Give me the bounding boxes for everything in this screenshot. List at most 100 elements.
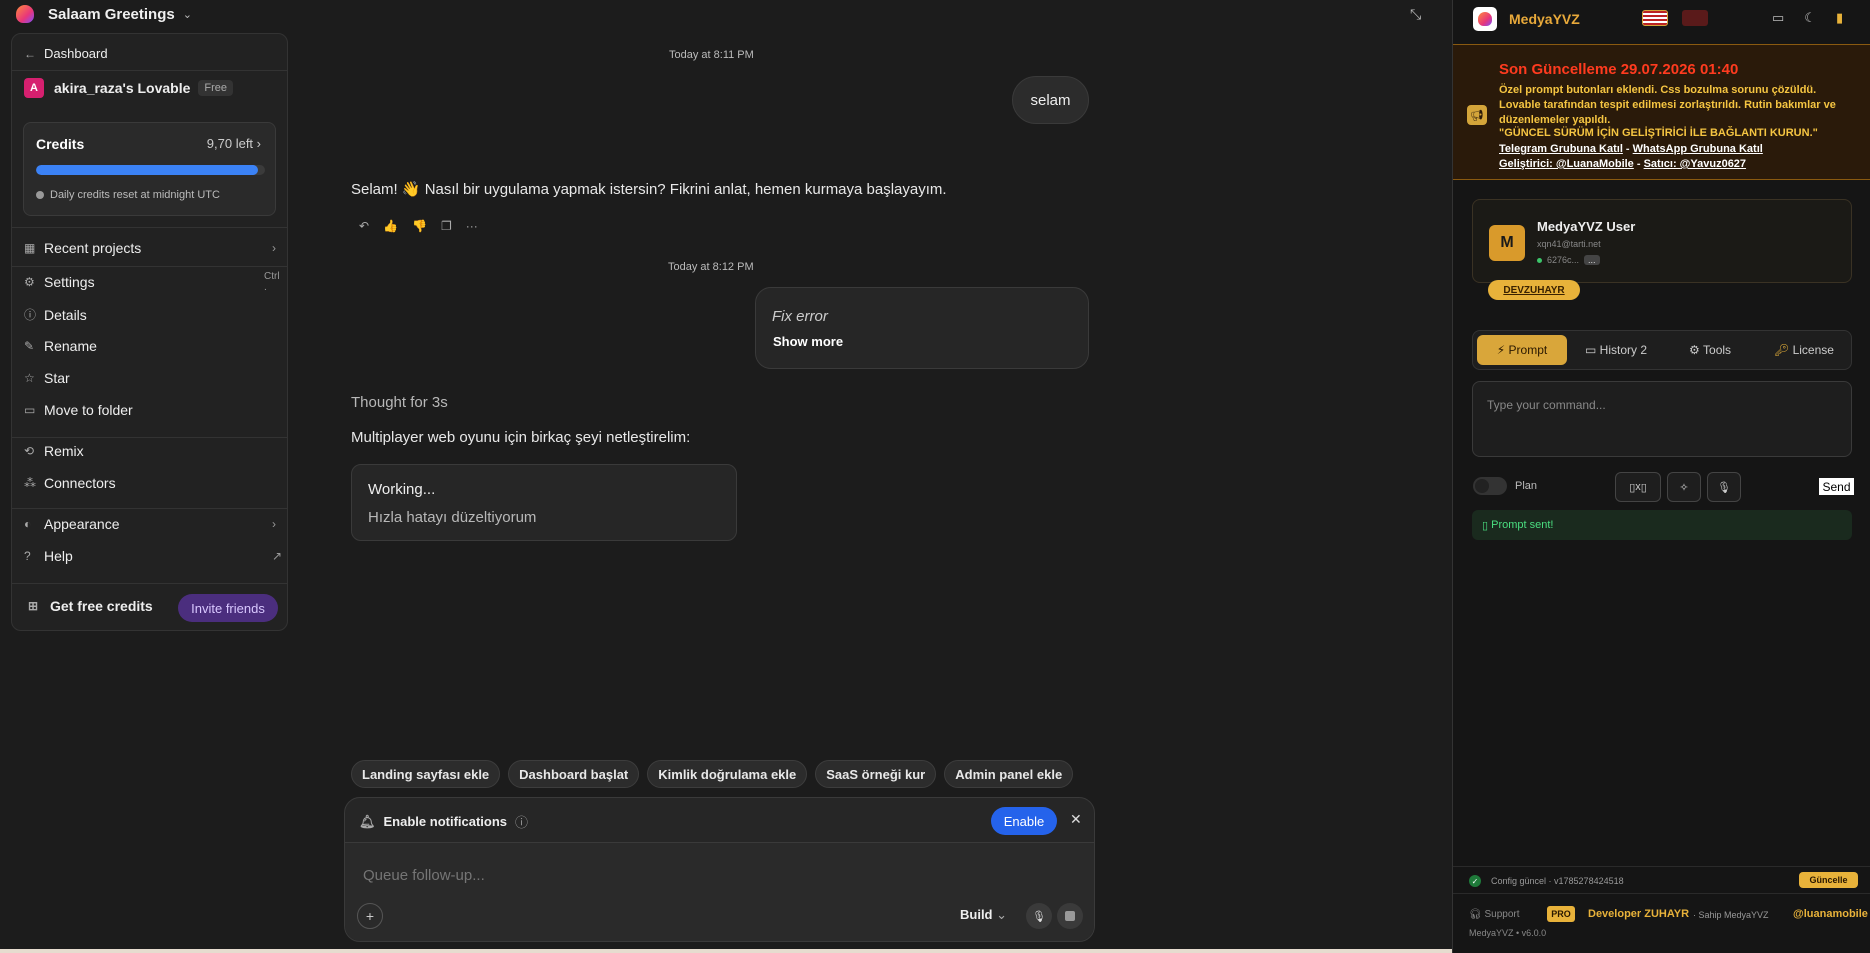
suggestion-chip[interactable]: Admin panel ekle — [944, 760, 1074, 788]
menu-item-connectors[interactable]: ⁂ Connectors — [24, 475, 116, 491]
menu-item-appearance[interactable]: ◐ Appearance › — [24, 516, 276, 532]
working-card: Working... Hızla hatayı düzeltiyorum — [351, 464, 737, 541]
menu-item-dashboard[interactable]: ← Dashboard — [24, 46, 108, 61]
lovable-logo-icon[interactable] — [16, 5, 34, 23]
check-icon: ✓ — [1469, 875, 1481, 887]
credits-left: 9,70 left › — [206, 136, 261, 151]
fix-error-card: Fix error Show more — [755, 287, 1089, 369]
bolt-icon: ⚡︎ — [1496, 343, 1506, 357]
credits-progress-bar — [36, 165, 265, 175]
thumbs-down-icon[interactable]: 👎 — [412, 219, 427, 233]
message-actions: ↶ 👍 👎 ❐ ··· — [359, 219, 478, 233]
close-icon[interactable]: ✕ — [1070, 811, 1082, 828]
voice-button[interactable]: 🎙︎ — [1707, 472, 1741, 502]
send-button[interactable]: Send — [1819, 478, 1854, 495]
show-more-button[interactable]: Show more — [773, 334, 843, 349]
add-attachment-button[interactable]: + — [357, 903, 383, 929]
workspace-row[interactable]: A akira_raza's Lovable Free — [24, 78, 234, 98]
developer-handle[interactable]: @luanamobile — [1793, 908, 1868, 920]
working-subtitle: Hızla hatayı düzeltiyorum — [368, 509, 537, 526]
update-text: Özel prompt butonları eklendi. Css bozul… — [1499, 84, 1836, 126]
update-notice: 📢︎ Son Güncelleme 29.07.2026 01:40 Özel … — [1453, 44, 1870, 180]
menu-item-move-to-folder[interactable]: ▭ Move to folder — [24, 402, 133, 418]
menu-item-help[interactable]: ? Help ↗ — [24, 548, 282, 564]
timestamp: Today at 8:11 PM — [669, 49, 754, 61]
menu-item-remix[interactable]: ⟲ Remix — [24, 443, 84, 459]
working-title: Working... — [368, 481, 436, 498]
telegram-link[interactable]: Telegram Grubuna Katıl — [1499, 143, 1623, 155]
menu-item-star[interactable]: ☆ Star — [24, 370, 70, 386]
check-icon: ▯ — [1482, 519, 1489, 532]
tr-flag-icon[interactable] — [1682, 10, 1708, 26]
gift-icon: ⊞ — [28, 599, 39, 613]
update-button[interactable]: Güncelle — [1799, 872, 1858, 888]
clear-button[interactable]: ▯ x ▯ — [1615, 472, 1661, 502]
microphone-button[interactable]: 🎙︎ — [1026, 903, 1052, 929]
assistant-message: Selam! 👋 Nasıl bir uygulama yapmak ister… — [351, 181, 947, 198]
more-icon[interactable]: ··· — [466, 219, 478, 233]
chat-icon[interactable]: ▭ — [1772, 10, 1784, 26]
star-icon: ☆ — [24, 371, 35, 385]
undo-icon[interactable]: ↶ — [359, 219, 369, 233]
whatsapp-link[interactable]: WhatsApp Grubuna Katıl — [1633, 143, 1763, 155]
developer-name: Developer ZUHAYR — [1588, 908, 1690, 920]
tab-prompt[interactable]: ⚡︎ Prompt — [1477, 335, 1567, 365]
plan-toggle[interactable] — [1473, 477, 1507, 495]
credits-card[interactable]: Credits 9,70 left › Daily credits reset … — [23, 122, 276, 216]
chevron-down-icon: ⌄ — [996, 907, 1008, 922]
more-button[interactable]: ... — [1584, 255, 1600, 265]
build-mode-select[interactable]: Build ⌄ — [960, 907, 1007, 923]
suggestion-chip[interactable]: Landing sayfası ekle — [351, 760, 501, 788]
magic-button[interactable]: ✧ — [1667, 472, 1701, 502]
history-icon: ▭ — [1584, 343, 1597, 357]
workspace-name: akira_raza's Lovable — [54, 80, 191, 96]
info-icon[interactable]: ⓘ — [515, 812, 528, 831]
suggestion-chip[interactable]: Dashboard başlat — [508, 760, 640, 788]
workspace-avatar: A — [24, 78, 44, 98]
moon-icon[interactable]: ☾ — [1804, 10, 1816, 26]
tab-tools[interactable]: ⚙ Tools — [1665, 335, 1755, 365]
thought-label[interactable]: Thought for 3s — [351, 394, 448, 411]
stop-button[interactable] — [1057, 903, 1083, 929]
project-name[interactable]: Salaam Greetings — [48, 6, 175, 23]
thumbs-up-icon[interactable]: 👍 — [383, 219, 398, 233]
chevron-right-icon: › — [272, 517, 276, 531]
credits-title: Credits — [36, 136, 85, 152]
collapse-icon[interactable]: ⤡ — [1410, 6, 1421, 23]
menu-item-recent-projects[interactable]: ▦ Recent projects › — [24, 240, 276, 256]
assistant-message: Multiplayer web oyunu için birkaç şeyi n… — [351, 429, 691, 446]
developer-link[interactable]: Geliştirici: @LuanaMobile — [1499, 158, 1634, 170]
seller-link[interactable]: Satıcı: @Yavuz0627 — [1644, 158, 1746, 170]
app-root: Salaam Greetings ⌄ ⤡ ← Dashboard A akira… — [0, 0, 1870, 953]
menu-item-settings[interactable]: ⚙ Settings Ctrl . — [24, 271, 280, 293]
divider — [12, 266, 287, 267]
suggestion-chip[interactable]: Kimlik doğrulama ekle — [647, 760, 808, 788]
suggestion-chips: Landing sayfası ekle Dashboard başlat Ki… — [351, 760, 1074, 788]
composer: 🔔︎ Enable notifications ⓘ Enable ✕ + Bui… — [344, 797, 1095, 942]
input-area: + Build ⌄ 🎙︎ — [345, 842, 1094, 941]
enable-notifications-button[interactable]: Enable — [991, 807, 1057, 835]
command-input[interactable]: Type your command... — [1472, 381, 1852, 457]
menu-item-details[interactable]: ⓘ Details — [24, 306, 87, 323]
panel-title: MedyaYVZ — [1509, 11, 1580, 27]
suggestion-chip[interactable]: SaaS örneği kur — [815, 760, 937, 788]
gear-icon: ⚙ — [24, 275, 35, 289]
tab-license[interactable]: 🔑︎ License — [1759, 335, 1849, 365]
us-flag-icon[interactable] — [1642, 10, 1668, 26]
get-free-credits[interactable]: ⊞ Get free credits — [28, 598, 153, 614]
invite-friends-button[interactable]: Invite friends — [178, 594, 278, 622]
divider — [12, 70, 287, 71]
notification-banner: 🔔︎ Enable notifications ⓘ — [359, 812, 528, 831]
config-bar: ✓ Config güncel · v1785278424518 Güncell… — [1453, 866, 1870, 894]
chevron-down-icon[interactable]: ⌄ — [183, 8, 192, 21]
user-badge[interactable]: DEVZUHAYR — [1488, 280, 1580, 300]
copy-icon[interactable]: ❐ — [441, 219, 452, 233]
project-menu: ← Dashboard A akira_raza's Lovable Free … — [11, 33, 288, 631]
divider — [12, 227, 287, 228]
support-link[interactable]: 🎧︎ Support — [1469, 909, 1520, 920]
follow-up-input[interactable] — [363, 867, 863, 884]
minimize-icon[interactable]: ▮ — [1836, 10, 1843, 26]
timestamp: Today at 8:12 PM — [668, 261, 754, 273]
tab-history[interactable]: ▭ History 2 — [1571, 335, 1661, 365]
menu-item-rename[interactable]: ✎ Rename — [24, 338, 97, 354]
